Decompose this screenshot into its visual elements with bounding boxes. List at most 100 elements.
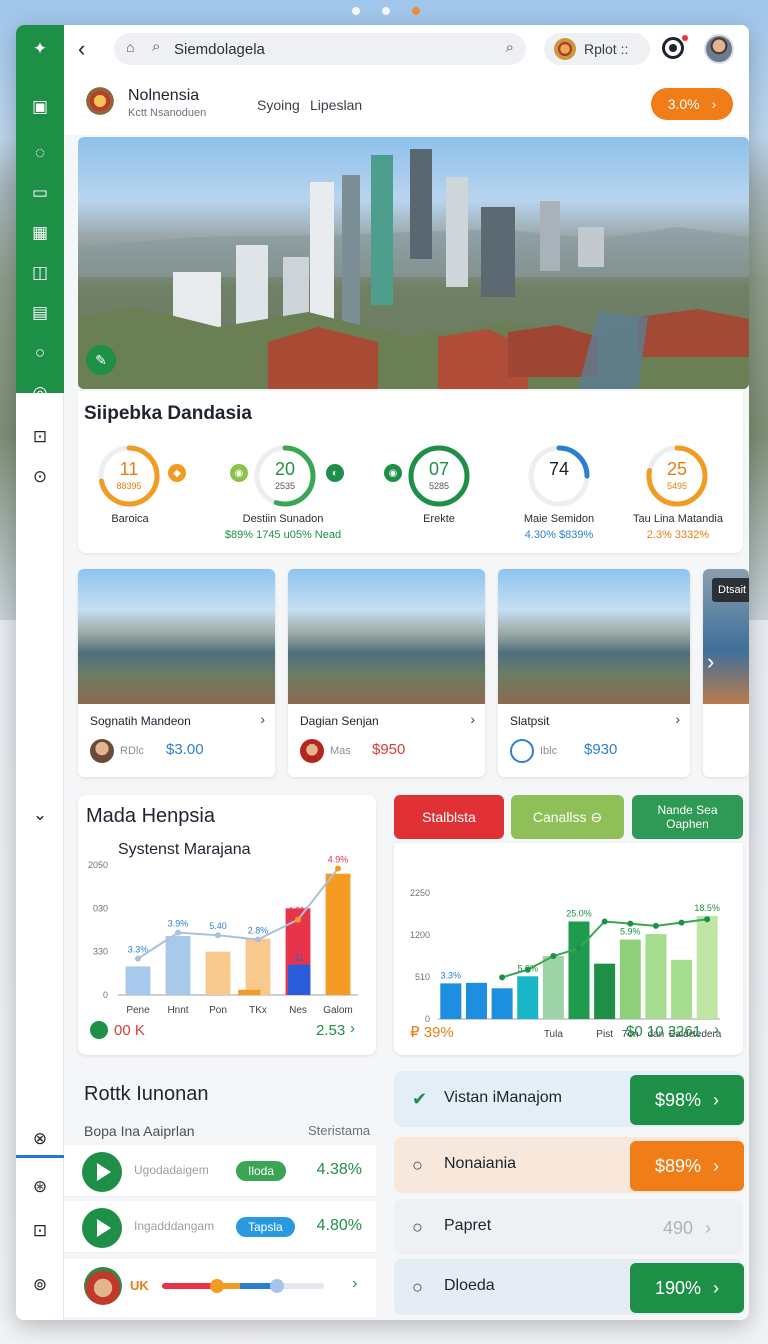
square-icon[interactable]: ⊡	[28, 1219, 52, 1243]
search-icon: ○	[412, 1155, 423, 1175]
progress-track[interactable]	[162, 1279, 324, 1293]
profile-pill[interactable]: Rplot ::	[544, 33, 650, 65]
slider-handle[interactable]	[270, 1279, 284, 1293]
tab-1[interactable]: Stalblsta	[394, 795, 504, 839]
data-label: 2.8%	[248, 926, 269, 936]
data-label: 18.5%	[694, 903, 720, 913]
chart-footer-left: ₽ 39%	[410, 1024, 454, 1041]
chevron-right-icon[interactable]: ›	[260, 711, 265, 727]
line-point	[215, 932, 221, 939]
card-image	[498, 569, 690, 704]
y-tick-label: 2050	[88, 860, 108, 870]
gauge-sub: 2535	[274, 481, 296, 491]
side-list-item[interactable]: ○ Papret 490 ›	[394, 1199, 743, 1255]
chevron-right-icon[interactable]: ›	[714, 1021, 719, 1038]
help-icon[interactable]: ⊙	[28, 465, 52, 489]
card-title: Slatpsit	[510, 714, 550, 728]
nav-link-1[interactable]: Syoing	[257, 97, 300, 113]
left-chart-card: Mada Henpsia Systenst Marajana 0 330 030 20…	[78, 795, 376, 1055]
gauge-1[interactable]: 11 88395	[96, 443, 162, 509]
status-dot	[90, 1021, 108, 1039]
chevron-down-icon[interactable]: ⌄	[28, 803, 52, 827]
chevron-right-icon[interactable]: ›	[352, 1275, 357, 1293]
list-item[interactable]: Ugodadaigem Iloda 4.38%	[64, 1145, 376, 1197]
slider-handle[interactable]	[210, 1279, 224, 1293]
window-icon[interactable]: ▭	[28, 181, 52, 205]
back-arrow-icon[interactable]: ‹	[78, 36, 85, 62]
cta-button[interactable]: 3.0% ›	[651, 88, 733, 120]
page-indicator	[352, 7, 420, 15]
side-list-item[interactable]: ○ Nonaiania $89% ›	[394, 1137, 744, 1193]
address-bar[interactable]: ⌂ ⌕ ⌕	[114, 33, 526, 65]
value-button[interactable]: $98% ›	[630, 1075, 744, 1125]
value-button[interactable]: 190% ›	[630, 1263, 744, 1313]
chart-footer-right[interactable]: 2.53	[316, 1022, 345, 1039]
left-rail: ✦ ▣ ◌ ▭ ▦ ◫ ▤ ○ ◎ ⊡ ⊙ ⌄ ⊗ ⊛ ⊡ ⊚	[16, 25, 64, 1320]
record-icon[interactable]	[662, 37, 684, 59]
rail-active-indicator	[16, 1155, 64, 1158]
archive-icon[interactable]: ▣	[28, 95, 52, 119]
hero-skyline	[78, 149, 749, 389]
bar	[325, 873, 351, 995]
value-label: 490	[662, 1217, 694, 1238]
bar	[619, 939, 641, 1019]
chevron-right-icon[interactable]: ›	[470, 711, 475, 727]
stop-icon[interactable]: ⊡	[28, 425, 52, 449]
settings-icon[interactable]: ⊛	[28, 1175, 52, 1199]
gauge-value: 20	[274, 459, 296, 479]
tab-3[interactable]: Nande Sea Oaphen	[632, 795, 743, 839]
chart-footer-right[interactable]: $0 10 3261	[626, 1023, 701, 1040]
gauge-2[interactable]: 20 2535	[252, 443, 318, 509]
search-icon[interactable]: ○	[28, 341, 52, 365]
play-icon[interactable]	[82, 1208, 122, 1248]
close-circle-icon[interactable]: ⊗	[28, 1127, 52, 1151]
bar	[245, 938, 271, 995]
x-tick-label: Hnnt	[167, 1005, 188, 1016]
nav-link-2[interactable]: Lipeslan	[310, 97, 362, 113]
edit-icon[interactable]: ✎	[86, 345, 116, 375]
play-icon[interactable]	[82, 1152, 122, 1192]
video-card-1[interactable]: Sognatih Mandeon › RDlc $3.00	[78, 569, 275, 777]
leaf-icon: ◐	[326, 464, 344, 482]
tab-2[interactable]: Canallss ⊖	[511, 795, 624, 839]
side-list-item[interactable]: ○ Dloeda 190% ›	[394, 1259, 744, 1315]
item-label: Vistan iManajom	[444, 1089, 562, 1106]
location-icon[interactable]: ◎	[28, 381, 52, 405]
chevron-right-icon[interactable]: ›	[350, 1020, 355, 1037]
site-logo[interactable]	[80, 83, 120, 123]
gauge-4[interactable]: 74	[526, 443, 592, 509]
calendar-icon[interactable]: ▤	[28, 301, 52, 325]
grid-icon[interactable]: ▦	[28, 221, 52, 245]
list-item[interactable]: Ingadddangam Tapsla 4.80%	[64, 1201, 376, 1253]
video-card-3[interactable]: Slatpsit › Iblc $930	[498, 569, 690, 777]
side-list-item[interactable]: ✔ Vistan iManajom $98% ›	[394, 1071, 744, 1127]
gauge-3[interactable]: 07 5285	[406, 443, 472, 509]
value-button[interactable]: $89% ›	[630, 1141, 744, 1191]
x-tick-label: Galom	[323, 1005, 352, 1016]
lens-icon[interactable]: ⌕	[506, 39, 514, 56]
section-right-label[interactable]: Steristama	[308, 1123, 370, 1138]
value-button[interactable]: 490 ›	[630, 1203, 744, 1253]
chevron-right-icon: ›	[705, 1217, 712, 1238]
video-card-2[interactable]: Dagian Senjan › Mas $950	[288, 569, 485, 777]
line-point	[678, 919, 685, 926]
progress-row[interactable]: UK ›	[64, 1259, 376, 1317]
chat-icon[interactable]: ◌	[28, 141, 52, 165]
search-input[interactable]	[174, 39, 474, 59]
card-role: Mas	[330, 745, 351, 757]
tag-icon[interactable]: ◫	[28, 261, 52, 285]
pin-icon[interactable]: ✦	[28, 37, 52, 61]
data-label: 4.9%	[328, 854, 349, 864]
gauge-percent: $89% 1745 u05% Nead	[224, 529, 342, 541]
avatar	[300, 739, 324, 763]
gauge-label: Destiin Sunadon	[242, 513, 324, 525]
item-label: Nonaiania	[444, 1155, 517, 1172]
user-avatar[interactable]	[704, 34, 734, 64]
home-icon[interactable]: ⌂	[126, 39, 134, 55]
bar	[517, 976, 539, 1019]
chevron-right-icon[interactable]: ›	[675, 711, 680, 727]
refresh-icon[interactable]: ⊚	[28, 1273, 52, 1297]
chevron-right-icon[interactable]: ›	[707, 649, 714, 675]
right-chart-card: 0 510 1200 2250 Tula Pist 7on dan Ealde tedera 3.3…	[394, 843, 743, 1055]
gauge-5[interactable]: 25 5495	[644, 443, 710, 509]
